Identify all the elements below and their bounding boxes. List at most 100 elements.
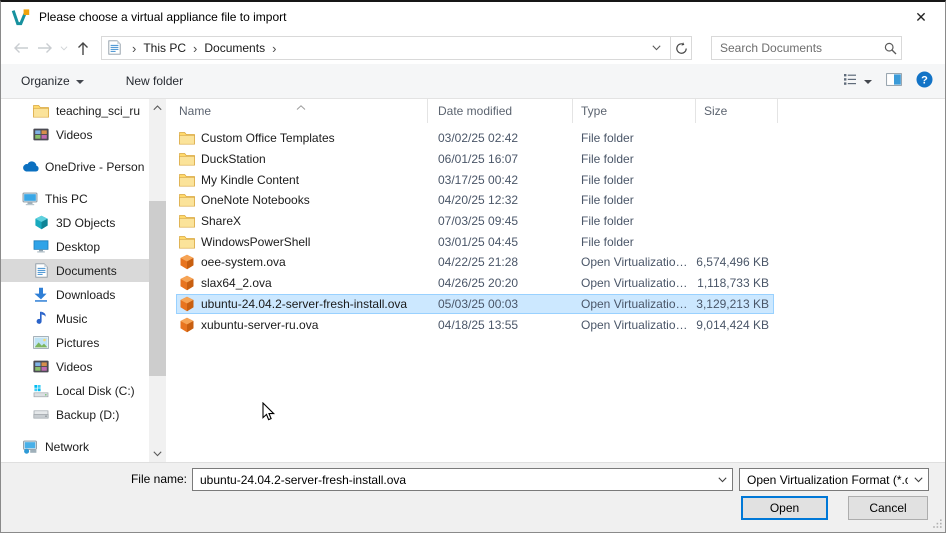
documents-location-icon bbox=[108, 40, 123, 56]
help-button[interactable]: ? bbox=[916, 71, 933, 91]
scrollbar-down-icon[interactable] bbox=[149, 445, 166, 462]
sidebar-item-local-disk-c[interactable]: Local Disk (C:) bbox=[1, 379, 149, 402]
address-bar[interactable]: › This PC › Documents › bbox=[101, 36, 671, 60]
organize-button[interactable]: Organize bbox=[21, 74, 84, 88]
new-folder-button[interactable]: New folder bbox=[126, 74, 183, 88]
navigation-bar: › This PC › Documents › bbox=[1, 32, 945, 64]
ova-file-icon bbox=[179, 296, 195, 312]
file-row[interactable]: My Kindle Content 03/17/25 00:42 File fold… bbox=[176, 169, 774, 190]
folder-icon bbox=[179, 192, 195, 208]
up-button[interactable] bbox=[71, 36, 95, 60]
scrollbar-up-icon[interactable] bbox=[149, 99, 166, 116]
back-button[interactable] bbox=[9, 36, 33, 60]
file-type-combobox[interactable]: Open Virtualization Format (*.o bbox=[739, 468, 929, 491]
cancel-button[interactable]: Cancel bbox=[848, 496, 928, 520]
close-button[interactable]: ✕ bbox=[907, 5, 935, 29]
sidebar-item-music[interactable]: Music bbox=[1, 307, 149, 330]
file-name-label: My Kindle Content bbox=[201, 172, 300, 187]
preview-pane-button[interactable] bbox=[886, 73, 902, 89]
folder-icon bbox=[179, 172, 195, 188]
toolbar-right-group: ? bbox=[843, 71, 933, 91]
file-row[interactable]: slax64_2.ova 04/26/25 20:20 Open Virtualiz… bbox=[176, 273, 774, 294]
sidebar-item-label: Desktop bbox=[56, 239, 101, 254]
recent-locations-chevron-icon[interactable] bbox=[57, 36, 71, 60]
search-input[interactable] bbox=[712, 41, 879, 55]
network-icon bbox=[21, 440, 39, 454]
sidebar-item-desktop[interactable]: Desktop bbox=[1, 235, 149, 258]
sidebar-item-3d-objects[interactable]: 3D Objects bbox=[1, 211, 149, 234]
sidebar-item-backup-d[interactable]: Backup (D:) bbox=[1, 403, 149, 426]
column-header-date-modified[interactable]: Date modified bbox=[428, 99, 573, 123]
sidebar-item-label: Network bbox=[45, 439, 90, 454]
music-icon bbox=[32, 311, 50, 326]
file-name-dropdown-chevron-icon[interactable] bbox=[712, 476, 732, 483]
virtualbox-icon bbox=[11, 8, 31, 26]
file-row[interactable]: ubuntu-24.04.2-server-fresh-install.ova 0… bbox=[176, 293, 774, 315]
sidebar-item-label: Pictures bbox=[56, 335, 100, 350]
sidebar-item-label: Backup (D:) bbox=[56, 407, 120, 422]
file-row[interactable]: oee-system.ova 04/22/25 21:28 Open Virtual… bbox=[176, 252, 774, 273]
file-row[interactable]: Custom Office Templates 03/02/25 02:42 Fil… bbox=[176, 128, 774, 149]
title-bar: Please choose a virtual appliance file t… bbox=[1, 2, 945, 32]
file-name-cell: ubuntu-24.04.2-server-fresh-install.ova bbox=[176, 296, 428, 312]
sidebar-item-network[interactable]: Network bbox=[1, 435, 149, 458]
open-button[interactable]: Open bbox=[741, 496, 828, 520]
file-name-label: File name: bbox=[130, 472, 187, 486]
file-name-label: ShareX bbox=[201, 214, 242, 229]
sidebar-item-this-pc[interactable]: This PC bbox=[1, 187, 149, 210]
search-icon[interactable] bbox=[879, 42, 901, 55]
date-modified-cell: 03/01/25 04:45 bbox=[438, 234, 519, 249]
file-row[interactable]: OneNote Notebooks 04/20/25 12:32 File fold… bbox=[176, 190, 774, 211]
column-header-label: Type bbox=[581, 104, 608, 118]
file-name-cell: slax64_2.ova bbox=[176, 275, 428, 291]
breadcrumb-item[interactable]: This PC bbox=[143, 41, 186, 55]
sidebar-scrollbar[interactable] bbox=[149, 99, 166, 462]
sidebar-item-label: Videos bbox=[56, 359, 93, 374]
sidebar-item-downloads[interactable]: Downloads bbox=[1, 283, 149, 306]
disk-icon bbox=[32, 410, 50, 419]
file-row[interactable]: DuckStation 06/01/25 16:07 File folder bbox=[176, 149, 774, 170]
sidebar-item-videos[interactable]: Videos bbox=[1, 355, 149, 378]
date-modified-cell: 03/02/25 02:42 bbox=[438, 131, 519, 146]
command-toolbar: Organize New folder ? bbox=[1, 64, 945, 99]
resize-grip[interactable] bbox=[932, 518, 943, 532]
sidebar-item-videos[interactable]: Videos bbox=[1, 123, 149, 146]
file-name-cell: My Kindle Content bbox=[176, 172, 428, 188]
organize-dropdown-caret-icon bbox=[75, 80, 84, 84]
file-row[interactable]: ShareX 07/03/25 09:45 File folder bbox=[176, 211, 774, 232]
file-name-input[interactable] bbox=[193, 472, 712, 487]
file-name-label: Custom Office Templates bbox=[201, 131, 335, 146]
sidebar-item-label: Downloads bbox=[56, 287, 116, 302]
file-name-cell: OneNote Notebooks bbox=[176, 192, 428, 208]
file-row[interactable]: xubuntu-server-ru.ova 04/18/25 13:55 Open … bbox=[176, 314, 774, 335]
change-view-button[interactable] bbox=[843, 73, 872, 89]
file-name-label: slax64_2.ova bbox=[201, 276, 272, 291]
refresh-button[interactable] bbox=[671, 36, 692, 60]
type-cell: File folder bbox=[581, 193, 634, 208]
sidebar-item-documents[interactable]: Documents bbox=[1, 259, 149, 282]
file-list: Name Date modified Type Size Custom Office … bbox=[166, 99, 945, 462]
main-area: teaching_sci_ru Videos OneDrive - Person Th… bbox=[1, 99, 945, 462]
address-dropdown-chevron-icon[interactable] bbox=[646, 37, 666, 59]
type-cell: File folder bbox=[581, 234, 634, 249]
file-name-combobox bbox=[192, 468, 733, 491]
column-header-type[interactable]: Type bbox=[573, 99, 696, 123]
cube3d-icon bbox=[32, 215, 50, 230]
column-header-size[interactable]: Size bbox=[696, 99, 778, 123]
file-name-label: oee-system.ova bbox=[201, 255, 286, 270]
sidebar-item-pictures[interactable]: Pictures bbox=[1, 331, 149, 354]
breadcrumb-item[interactable]: Documents bbox=[204, 41, 265, 55]
download-icon bbox=[32, 287, 50, 302]
file-name-cell: WindowsPowerShell bbox=[176, 234, 428, 250]
file-row[interactable]: WindowsPowerShell 03/01/25 04:45 File fold… bbox=[176, 231, 774, 252]
forward-button[interactable] bbox=[33, 36, 57, 60]
column-header-name[interactable]: Name bbox=[166, 99, 428, 123]
sidebar-item-teaching-sci-ru[interactable]: teaching_sci_ru bbox=[1, 99, 149, 122]
scrollbar-thumb[interactable] bbox=[149, 201, 166, 376]
view-dropdown-caret-icon bbox=[864, 80, 872, 84]
size-cell: 1,118,733 KB bbox=[697, 276, 769, 291]
sidebar-item-onedrive-person[interactable]: OneDrive - Person bbox=[1, 155, 149, 178]
document-icon bbox=[32, 263, 50, 278]
date-modified-cell: 07/03/25 09:45 bbox=[438, 214, 519, 229]
folder-icon bbox=[179, 234, 195, 250]
